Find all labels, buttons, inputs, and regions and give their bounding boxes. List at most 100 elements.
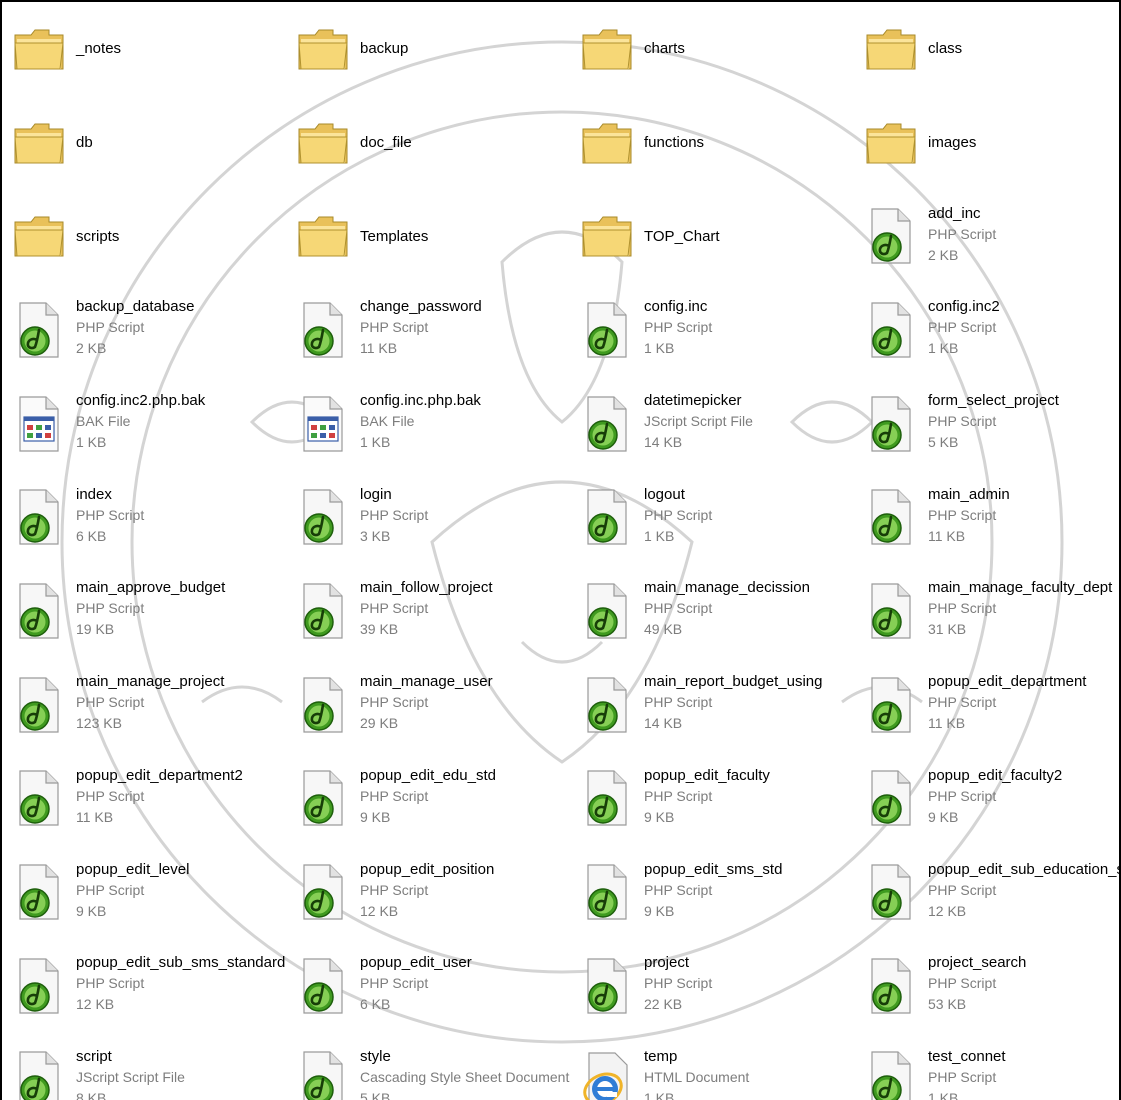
item-type: PHP Script [76,694,145,711]
file-item[interactable]: popup_edit_user PHP Script 6 KB [294,939,578,1033]
file-item[interactable]: logout PHP Script 1 KB [578,470,862,564]
item-name: popup_edit_edu_std [360,766,496,784]
item-type: PHP Script [928,881,997,898]
item-text: popup_edit_sub_education_st... PHP Script… [928,859,1119,922]
item-text: change_password PHP Script 11 KB [360,296,482,359]
item-name: style [360,1047,391,1065]
item-text: _notes [76,38,121,59]
item-name: main_approve_budget [76,579,226,597]
folder-item[interactable]: TOP_Chart [578,189,862,283]
file-item[interactable]: config.inc.php.bak BAK File 1 KB [294,377,578,471]
file-item[interactable]: popup_edit_sub_sms_standard PHP Script 12 … [10,939,294,1033]
file-item[interactable]: main_manage_faculty_dept PHP Script 31 KB [862,564,1119,658]
item-text: login PHP Script 3 KB [360,484,428,547]
file-item[interactable]: change_password PHP Script 11 KB [294,283,578,377]
file-item[interactable]: project PHP Script 22 KB [578,939,862,1033]
dreamweaver-file-icon [862,769,920,827]
dreamweaver-file-icon [578,301,636,359]
file-item[interactable]: main_report_budget_using PHP Script 14 KB [578,658,862,752]
folder-item[interactable]: Templates [294,189,578,283]
item-text: popup_edit_edu_std PHP Script 9 KB [360,765,496,828]
item-name: TOP_Chart [644,227,720,245]
file-item[interactable]: index PHP Script 6 KB [10,470,294,564]
dreamweaver-file-icon [578,957,636,1015]
file-item[interactable]: project_search PHP Script 53 KB [862,939,1119,1033]
folder-item[interactable]: scripts [10,189,294,283]
dreamweaver-file-icon [294,582,352,640]
item-size: 1 KB [76,434,107,451]
file-item[interactable]: main_manage_decission PHP Script 49 KB [578,564,862,658]
item-name: scripts [76,227,120,245]
file-item[interactable]: config.inc2.php.bak BAK File 1 KB [10,377,294,471]
file-item[interactable]: popup_edit_faculty PHP Script 9 KB [578,752,862,846]
file-item[interactable]: datetimepicker JScript Script File 14 KB [578,377,862,471]
file-item[interactable]: config.inc PHP Script 1 KB [578,283,862,377]
file-item[interactable]: test_connet PHP Script 1 KB [862,1033,1119,1100]
file-item[interactable]: popup_edit_level PHP Script 9 KB [10,845,294,939]
folder-icon [578,207,636,265]
item-size: 9 KB [76,902,107,919]
item-name: popup_edit_faculty [644,766,770,784]
item-name: config.inc [644,298,708,316]
file-item[interactable]: main_approve_budget PHP Script 19 KB [10,564,294,658]
dreamweaver-file-icon [862,582,920,640]
item-name: db [76,134,93,152]
item-size: 53 KB [928,996,967,1013]
item-name: project_search [928,954,1027,972]
file-item[interactable]: popup_edit_position PHP Script 12 KB [294,845,578,939]
item-type: PHP Script [644,975,713,992]
file-item[interactable]: popup_edit_department PHP Script 11 KB [862,658,1119,752]
file-item[interactable]: main_manage_user PHP Script 29 KB [294,658,578,752]
item-name: temp [644,1047,678,1065]
folder-item[interactable]: _notes [10,2,294,96]
dreamweaver-file-icon [10,301,68,359]
dreamweaver-file-icon [862,301,920,359]
folder-item[interactable]: charts [578,2,862,96]
file-item[interactable]: main_follow_project PHP Script 39 KB [294,564,578,658]
folder-item[interactable]: doc_file [294,96,578,190]
file-item[interactable]: backup_database PHP Script 2 KB [10,283,294,377]
item-type: PHP Script [76,975,145,992]
item-type: PHP Script [360,319,429,336]
file-item[interactable]: popup_edit_sub_education_st... PHP Script… [862,845,1119,939]
folder-icon [294,20,352,78]
item-text: main_follow_project PHP Script 39 KB [360,577,493,640]
file-item[interactable]: popup_edit_faculty2 PHP Script 9 KB [862,752,1119,846]
item-name: popup_edit_department [928,673,1087,691]
folder-item[interactable]: db [10,96,294,190]
folder-item[interactable]: images [862,96,1119,190]
item-type: PHP Script [928,506,997,523]
item-size: 5 KB [360,1089,391,1100]
file-item[interactable]: form_select_project PHP Script 5 KB [862,377,1119,471]
item-type: PHP Script [928,225,997,242]
file-item[interactable]: popup_edit_edu_std PHP Script 9 KB [294,752,578,846]
dreamweaver-file-icon [578,676,636,734]
file-item[interactable]: popup_edit_sms_std PHP Script 9 KB [578,845,862,939]
file-item[interactable]: style Cascading Style Sheet Document 5 KB [294,1033,578,1100]
file-item[interactable]: temp HTML Document 1 KB [578,1033,862,1100]
item-size: 14 KB [644,715,683,732]
dreamweaver-file-icon [862,957,920,1015]
dreamweaver-file-icon [862,488,920,546]
file-item[interactable]: config.inc2 PHP Script 1 KB [862,283,1119,377]
file-item[interactable]: script JScript Script File 8 KB [10,1033,294,1100]
dreamweaver-file-icon [862,676,920,734]
item-type: PHP Script [928,413,997,430]
item-type: PHP Script [928,694,997,711]
folder-item[interactable]: functions [578,96,862,190]
folder-item[interactable]: class [862,2,1119,96]
file-item[interactable]: popup_edit_department2 PHP Script 11 KB [10,752,294,846]
file-item[interactable]: main_admin PHP Script 11 KB [862,470,1119,564]
item-type: BAK File [76,413,131,430]
dreamweaver-file-icon [578,863,636,921]
item-text: db [76,132,93,153]
item-name: images [928,134,977,152]
dreamweaver-file-icon [10,1050,68,1100]
item-type: JScript Script File [644,413,753,430]
dreamweaver-file-icon [10,488,68,546]
file-item[interactable]: login PHP Script 3 KB [294,470,578,564]
folder-item[interactable]: backup [294,2,578,96]
item-name: functions [644,134,705,152]
file-item[interactable]: main_manage_project PHP Script 123 KB [10,658,294,752]
file-item[interactable]: add_inc PHP Script 2 KB [862,189,1119,283]
